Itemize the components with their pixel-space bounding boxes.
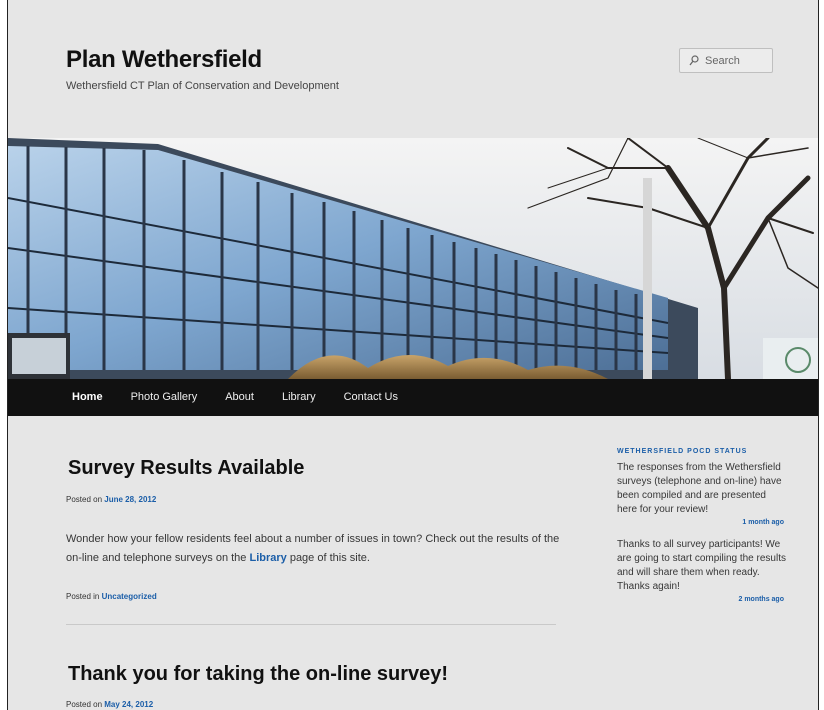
post-title[interactable]: Survey Results Available <box>68 457 304 480</box>
nav-item-library[interactable]: Library <box>268 379 330 416</box>
tweet-time-link[interactable]: 1 month ago <box>617 519 787 526</box>
nav-item-home[interactable]: Home <box>8 379 117 416</box>
main-nav: Home Photo Gallery About Library Contact… <box>8 379 818 416</box>
tweet-text: Thanks to all survey participants! We ar… <box>617 539 786 592</box>
library-link[interactable]: Library <box>249 552 286 564</box>
tweet-text: The responses from the Wethersfield surv… <box>617 462 782 515</box>
post-date-link[interactable]: May 24, 2012 <box>104 700 153 709</box>
post-meta: Posted on June 28, 2012 <box>66 495 156 504</box>
nav-item-photo-gallery[interactable]: Photo Gallery <box>117 379 212 416</box>
site-title[interactable]: Plan Wethersfield <box>66 46 262 74</box>
post-title[interactable]: Thank you for taking the on-line survey! <box>68 663 448 686</box>
category-link[interactable]: Uncategorized <box>102 592 157 601</box>
post-category-meta: Posted in Uncategorized <box>66 592 157 601</box>
post-meta: Posted on May 24, 2012 <box>66 700 153 709</box>
posted-on-label: Posted on <box>66 700 105 709</box>
search-icon <box>689 55 699 66</box>
search-input[interactable]: Search <box>679 48 773 73</box>
excerpt-text-end: page of this site. <box>286 552 370 564</box>
header-image <box>8 138 818 379</box>
post-date-link[interactable]: June 28, 2012 <box>104 495 156 504</box>
nav-item-about[interactable]: About <box>211 379 268 416</box>
sidebar-widget: WETHERSFIELD POCD STATUS The responses f… <box>617 448 787 615</box>
site-description: Wethersfield CT Plan of Conservation and… <box>66 80 339 92</box>
nav-item-contact-us[interactable]: Contact Us <box>330 379 412 416</box>
search-placeholder: Search <box>705 54 740 67</box>
posted-in-label: Posted in <box>66 592 102 601</box>
post-excerpt: Wonder how your fellow residents feel ab… <box>66 530 566 568</box>
widget-title: WETHERSFIELD POCD STATUS <box>617 448 748 455</box>
tweet-time-link[interactable]: 2 months ago <box>617 596 787 603</box>
posted-on-label: Posted on <box>66 495 105 504</box>
post-divider <box>66 624 556 625</box>
page: Plan Wethersfield Wethersfield CT Plan o… <box>7 0 819 710</box>
